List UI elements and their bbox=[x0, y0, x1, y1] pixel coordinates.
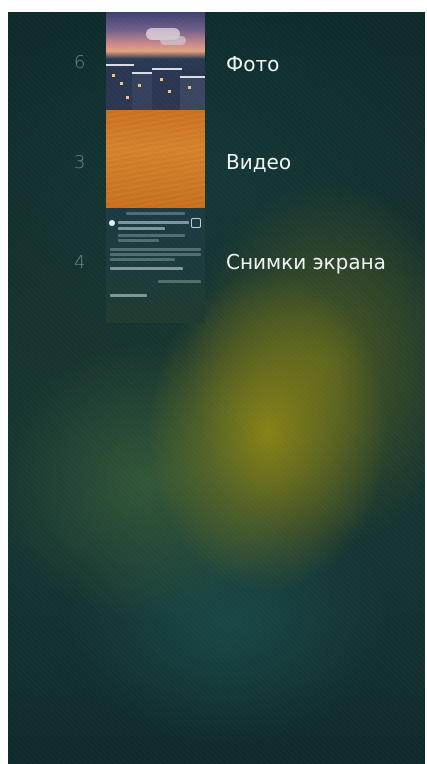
thumbnail-line bbox=[118, 227, 165, 230]
thumbnail-line bbox=[118, 234, 185, 237]
thumbnail-line bbox=[110, 248, 201, 251]
album-row-screenshots[interactable]: 4 Снимки экрана bbox=[8, 208, 425, 323]
thumbnail-button bbox=[191, 218, 201, 228]
album-count: 4 bbox=[74, 252, 86, 273]
thumbnail-line bbox=[110, 253, 201, 256]
photo-thumbnail bbox=[106, 12, 205, 110]
window-light bbox=[138, 84, 141, 87]
window-light bbox=[168, 90, 171, 93]
album-name: Снимки экрана bbox=[226, 250, 386, 274]
window-light bbox=[126, 96, 129, 99]
album-count: 3 bbox=[74, 152, 86, 173]
album-row-photos[interactable]: 6 Фото bbox=[8, 12, 425, 110]
album-row-videos[interactable]: 3 Видео bbox=[8, 110, 425, 208]
video-thumbnail bbox=[106, 110, 205, 208]
window-light bbox=[112, 74, 115, 77]
album-name: Фото bbox=[226, 52, 280, 76]
thumbnail-line bbox=[158, 280, 201, 283]
building-shape bbox=[106, 64, 134, 110]
album-list-screen: 6 Фото 3 Видео 4 Снимки экрана bbox=[8, 12, 425, 764]
thumbnail-line bbox=[118, 239, 159, 242]
building-shape bbox=[132, 72, 154, 110]
cloud-shape bbox=[160, 36, 186, 45]
thumbnail-line bbox=[110, 258, 175, 261]
building-shape bbox=[180, 76, 205, 110]
window-light bbox=[120, 82, 123, 85]
album-count: 6 bbox=[74, 52, 86, 73]
screenshot-thumbnail bbox=[106, 208, 205, 323]
window-light bbox=[188, 86, 191, 89]
building-shape bbox=[152, 68, 182, 110]
thumbnail-line bbox=[110, 294, 147, 297]
thumbnail-line bbox=[110, 267, 183, 270]
thumbnail-line bbox=[126, 212, 185, 215]
window-light bbox=[160, 78, 163, 81]
thumbnail-dot bbox=[109, 220, 115, 226]
thumbnail-line bbox=[118, 221, 189, 224]
album-name: Видео bbox=[226, 150, 292, 174]
